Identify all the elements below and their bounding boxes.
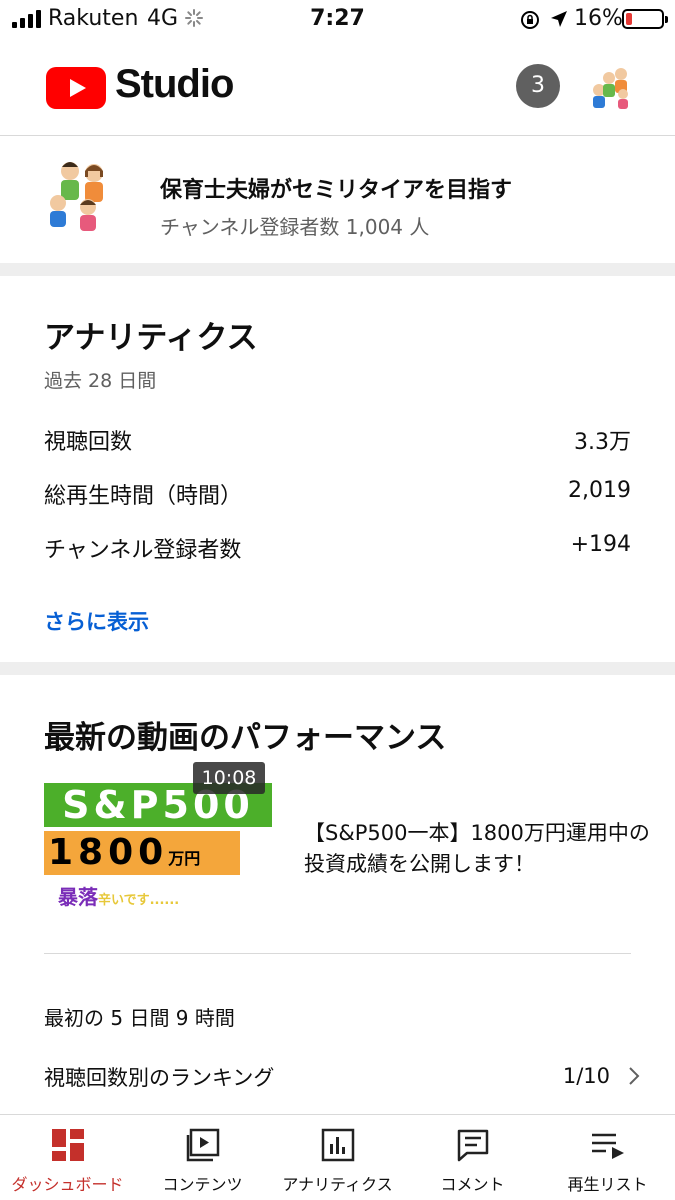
comment-icon: [457, 1129, 488, 1162]
show-more-link[interactable]: さらに表示: [44, 606, 149, 636]
metric-value: +194: [570, 532, 631, 557]
app-header: Studio 3: [0, 40, 675, 136]
analytics-icon: [321, 1128, 354, 1162]
first-period-label: 最初の 5 日間 9 時間: [44, 1006, 235, 1030]
nav-label: ダッシュボード: [11, 1175, 124, 1194]
video-thumbnail[interactable]: S&P500 1800万円 暴落辛いです......: [44, 781, 274, 909]
notification-badge[interactable]: 3: [516, 64, 560, 108]
thumbnail-text-line2: 1800万円: [44, 831, 240, 875]
section-divider: [0, 263, 675, 276]
section-divider: [0, 662, 675, 675]
metric-label: 総再生時間（時間）: [44, 484, 243, 509]
youtube-play-icon[interactable]: [46, 67, 106, 109]
latest-video-card: 最新の動画のパフォーマンス S&P500 1800万円 暴落辛いです......…: [0, 676, 675, 1114]
channel-card[interactable]: 保育士夫婦がセミリタイアを目指す チャンネル登録者数 1,004 人: [0, 137, 675, 263]
ranking-row[interactable]: 視聴回数別のランキング 1/10: [44, 1062, 644, 1102]
thumbnail-crash-small: 辛いです......: [98, 893, 180, 908]
divider: [44, 953, 631, 954]
analytics-card: アナリティクス 過去 28 日間 視聴回数 3.3万 総再生時間（時間） 2,0…: [0, 276, 675, 662]
metric-label: チャンネル登録者数: [44, 538, 242, 563]
channel-avatar: [50, 162, 103, 231]
playlist-icon: [591, 1133, 624, 1159]
status-bar: Rakuten 4G 7:27 16%: [0, 0, 675, 40]
nav-comments[interactable]: コメント: [405, 1115, 540, 1200]
nav-label: コンテンツ: [162, 1175, 243, 1194]
ranking-value: 1/10: [562, 1064, 610, 1088]
latest-video-title: 最新の動画のパフォーマンス: [44, 720, 447, 756]
analytics-title: アナリティクス: [44, 320, 258, 356]
thumbnail-crash-word: 暴落: [58, 885, 98, 909]
battery-icon: [622, 9, 668, 29]
metric-value: 3.3万: [574, 430, 631, 455]
bottom-nav: ダッシュボード コンテンツ アナリティクス コメント 再生リスト: [0, 1114, 675, 1200]
battery-percent: 16%: [574, 6, 623, 31]
nav-label: アナリティクス: [282, 1175, 393, 1194]
chevron-right-icon: [629, 1067, 640, 1085]
metric-row-subscribers: チャンネル登録者数 +194: [44, 532, 631, 572]
studio-logo-text[interactable]: Studio: [115, 62, 234, 107]
thumbnail-amount: 1800: [48, 832, 169, 873]
dashboard-icon: [51, 1129, 84, 1161]
content-icon: [186, 1128, 219, 1162]
nav-dashboard[interactable]: ダッシュボード: [0, 1115, 135, 1200]
account-avatar-icon[interactable]: [585, 60, 637, 112]
channel-subscriber-count: チャンネル登録者数 1,004 人: [160, 215, 430, 239]
nav-content[interactable]: コンテンツ: [135, 1115, 270, 1200]
channel-name: 保育士夫婦がセミリタイアを目指す: [160, 178, 513, 203]
video-title[interactable]: 【S&P500一本】1800万円運用中の投資成績を公開します！: [304, 818, 654, 880]
analytics-period: 過去 28 日間: [44, 370, 157, 392]
ranking-label: 視聴回数別のランキング: [44, 1066, 275, 1090]
rotation-lock-icon: [521, 11, 539, 29]
thumbnail-amount-unit: 万円: [168, 849, 201, 868]
thumbnail-text-line3: 暴落辛いです......: [58, 881, 179, 909]
nav-label: 再生リスト: [567, 1175, 648, 1194]
location-arrow-icon: [551, 11, 567, 27]
metric-row-watch-time: 総再生時間（時間） 2,019: [44, 478, 631, 518]
video-duration: 10:08: [193, 762, 265, 794]
nav-playlists[interactable]: 再生リスト: [540, 1115, 675, 1200]
nav-label: コメント: [440, 1175, 505, 1194]
nav-analytics[interactable]: アナリティクス: [270, 1115, 405, 1200]
metric-label: 視聴回数: [44, 430, 133, 455]
metric-row-views: 視聴回数 3.3万: [44, 424, 631, 464]
metric-value: 2,019: [568, 478, 631, 503]
